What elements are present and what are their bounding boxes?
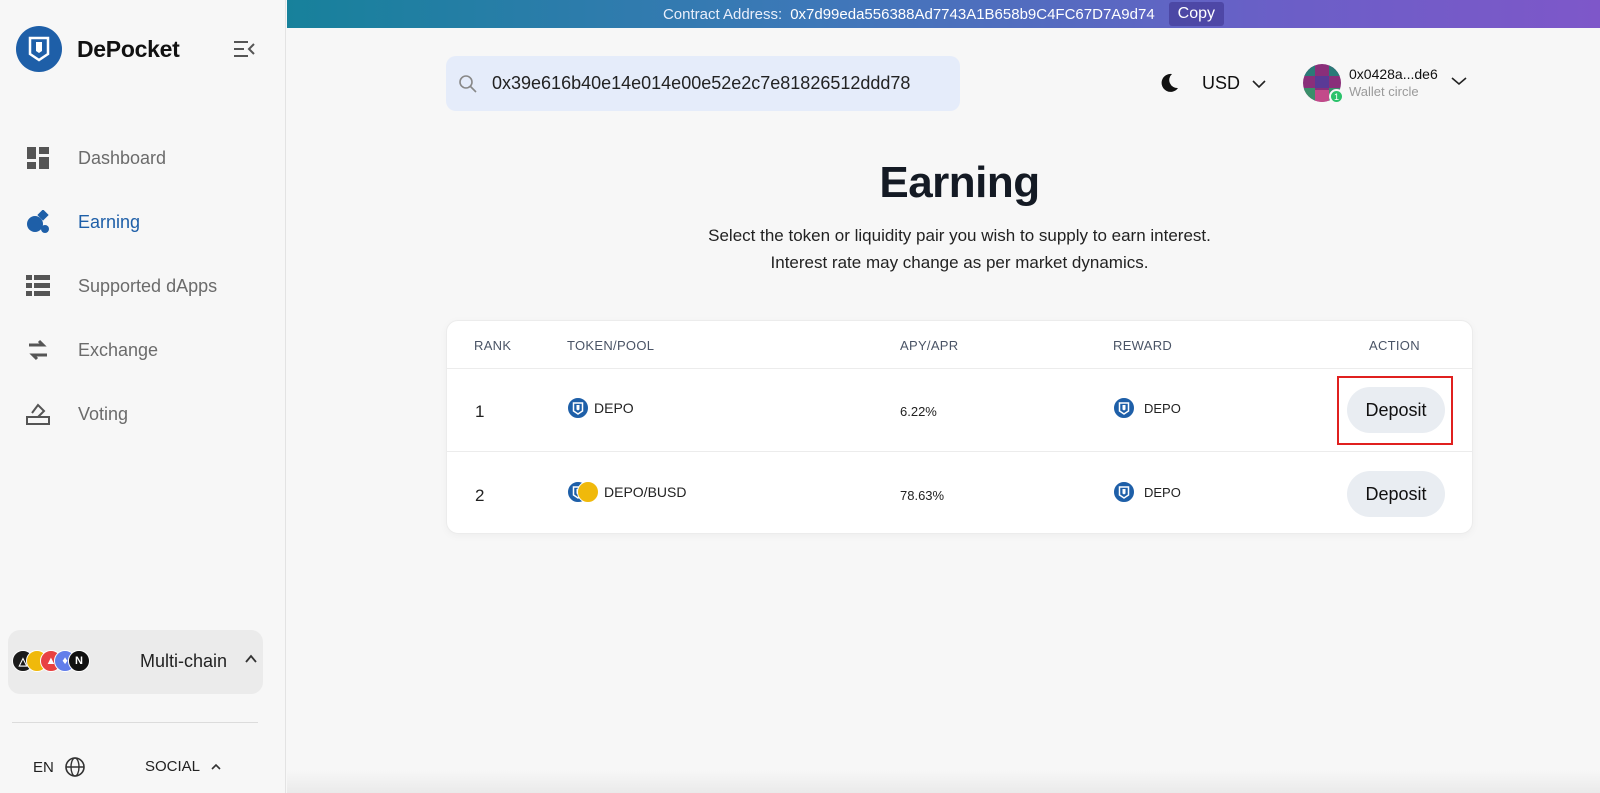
sidebar-item-supported-dapps[interactable]: Supported dApps (0, 254, 286, 318)
column-header-rank: RANK (474, 338, 512, 353)
earning-table: RANK TOKEN/POOL APY/APR REWARD ACTION 1 … (446, 320, 1473, 534)
sidebar-nav: Dashboard Earning Supported dApps Exchan… (0, 126, 286, 446)
search-icon (459, 74, 477, 93)
globe-icon (65, 757, 85, 777)
currency-label: USD (1202, 73, 1241, 93)
social-label: SOCIAL (145, 758, 201, 775)
chevron-up-icon (244, 652, 258, 666)
sidebar-item-label: Voting (78, 403, 129, 424)
token-label: DEPO/BUSD (604, 484, 687, 500)
logo[interactable]: DePocket (16, 26, 180, 72)
sidebar-item-dashboard[interactable]: Dashboard (0, 126, 286, 190)
chain-label: Multi-chain (140, 651, 228, 671)
language-label: EN (33, 758, 54, 776)
column-header-action: ACTION (1369, 338, 1420, 353)
sidebar-item-earning[interactable]: Earning (0, 190, 286, 254)
collapse-sidebar-icon[interactable] (232, 38, 256, 60)
language-selector[interactable]: EN (33, 756, 86, 778)
sidebar-item-voting[interactable]: Voting (0, 382, 286, 446)
account-address: 0x0428a...de6 (1349, 66, 1438, 83)
search-bar (446, 56, 960, 111)
depocket-logo-icon (16, 26, 62, 72)
chain-icon: N (68, 650, 90, 672)
busd-token-icon (577, 481, 599, 503)
sidebar-item-label: Supported dApps (78, 275, 218, 296)
depo-token-icon (567, 397, 589, 419)
reward-cell: DEPO (1113, 481, 1181, 503)
contract-label: Contract Address: (662, 5, 783, 23)
chain-icons: △ ▲ ♦ N (12, 650, 102, 674)
depo-token-icon (1113, 481, 1135, 503)
chain-selector[interactable]: △ ▲ ♦ N Multi-chain (8, 630, 263, 694)
exchange-icon (26, 338, 50, 362)
rank-cell: 2 (475, 486, 485, 505)
table-row: 2 DEPO/BUSD 78.63% DEPO Deposit (447, 453, 1472, 536)
chevron-up-icon (211, 763, 221, 770)
account-menu[interactable]: 1 0x0428a...de6 Wallet circle (1303, 64, 1467, 104)
reward-cell: DEPO (1113, 397, 1181, 419)
earning-icon (26, 210, 50, 234)
token-cell: DEPO/BUSD (567, 481, 686, 503)
page-subtitle: Select the token or liquidity pair you w… (708, 226, 1211, 245)
page-title: Earning (879, 158, 1040, 207)
dark-mode-toggle-icon[interactable] (1158, 72, 1180, 94)
list-icon (26, 274, 50, 298)
depo-token-icon (1113, 397, 1135, 419)
token-label: DEPO (594, 400, 634, 416)
table-row: 1 DEPO 6.22% DEPO Deposit (447, 369, 1472, 452)
contract-address: 0x7d99eda556388Ad7743A1B658b9C4FC67D7A9d… (790, 5, 1155, 23)
sidebar-item-label: Dashboard (78, 147, 167, 168)
search-input[interactable] (492, 73, 932, 94)
chevron-down-icon (1252, 79, 1266, 88)
reward-label: DEPO (1144, 484, 1181, 500)
sidebar-item-label: Earning (78, 211, 141, 232)
column-header-reward: REWARD (1113, 338, 1173, 353)
dashboard-icon (26, 146, 50, 170)
chevron-down-icon (1451, 77, 1467, 86)
apy-cell: 78.63% (900, 488, 945, 503)
column-header-apy: APY/APR (900, 338, 959, 353)
currency-selector[interactable]: USD (1202, 73, 1266, 94)
avatar: 1 (1303, 64, 1344, 104)
table-header: RANK TOKEN/POOL APY/APR REWARD ACTION (447, 321, 1472, 369)
page-subtitle: Interest rate may change as per market d… (770, 253, 1149, 272)
copy-button[interactable]: Copy (1168, 2, 1225, 26)
sidebar-item-label: Exchange (78, 339, 159, 360)
bottom-shade (287, 770, 1600, 793)
rank-cell: 1 (475, 402, 485, 421)
contract-banner: Contract Address: 0x7d99eda556388Ad7743A… (287, 0, 1600, 28)
account-badge: 1 (1329, 89, 1344, 104)
column-header-token: TOKEN/POOL (567, 338, 655, 353)
apy-cell: 6.22% (900, 404, 937, 419)
sidebar-item-exchange[interactable]: Exchange (0, 318, 286, 382)
voting-icon (26, 402, 50, 426)
reward-label: DEPO (1144, 400, 1181, 416)
account-subtitle: Wallet circle (1349, 83, 1419, 99)
sidebar: DePocket Dashboard Earning Supported dAp… (0, 0, 286, 793)
deposit-button[interactable]: Deposit (1347, 471, 1445, 517)
social-menu[interactable]: SOCIAL (145, 758, 222, 775)
brand-name: DePocket (77, 35, 180, 62)
token-cell: DEPO (567, 397, 634, 419)
divider (12, 722, 258, 723)
deposit-button[interactable]: Deposit (1347, 387, 1445, 433)
